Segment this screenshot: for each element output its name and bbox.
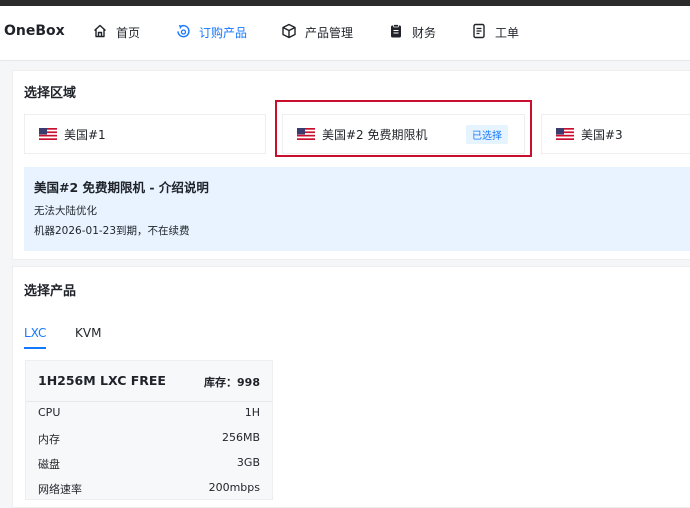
box-icon [281, 23, 297, 42]
spec-row-network: 网络速率 200mbps [38, 481, 260, 499]
spec-value: 1H [244, 406, 260, 419]
region-description-title: 美国#2 免费期限机 - 介绍说明 [34, 180, 209, 195]
spec-row-memory: 内存 256MB [38, 431, 260, 449]
product-name: 1H256M LXC FREE [38, 373, 166, 388]
region-description-line: 无法大陆优化 [34, 205, 97, 217]
document-icon [471, 23, 487, 42]
region-label: 美国#3 [581, 127, 623, 142]
tab-lxc[interactable]: LXC [24, 326, 46, 340]
spec-value: 256MB [221, 431, 260, 444]
region-description-line: 机器2026-01-23到期，不在续费 [34, 225, 190, 237]
region-option-us2[interactable]: 美国#2 免费期限机 已选择 [282, 114, 525, 154]
nav-item-product-management[interactable]: 产品管理 [281, 19, 353, 45]
active-tab-indicator [24, 347, 46, 349]
order-icon [175, 23, 191, 42]
divider [26, 401, 272, 402]
nav-item-order[interactable]: 订购产品 [175, 19, 247, 45]
region-label: 美国#1 [64, 127, 106, 142]
nav-label: 首页 [116, 25, 141, 40]
nav-label: 产品管理 [305, 25, 354, 40]
spec-label: 网络速率 [38, 483, 82, 496]
us-flag-icon [39, 128, 57, 140]
nav-item-home[interactable]: 首页 [92, 19, 140, 45]
product-section-title: 选择产品 [24, 284, 77, 299]
us-flag-icon [297, 128, 315, 140]
spec-value: 3GB [236, 456, 260, 469]
spec-row-cpu: CPU 1H [38, 406, 260, 424]
product-card[interactable]: 1H256M LXC FREE 库存：998 CPU 1H 内存 256MB 磁… [25, 360, 273, 500]
home-icon [92, 23, 108, 42]
region-option-us1[interactable]: 美国#1 [24, 114, 266, 154]
region-section-title: 选择区域 [24, 86, 77, 101]
nav-label: 订购产品 [199, 25, 248, 40]
clipboard-icon [388, 23, 404, 42]
top-nav-bar: OneBox 首页 订购产品 产品管理 财务 工单 [0, 6, 690, 61]
nav-item-ticket[interactable]: 工单 [471, 19, 519, 45]
spec-row-disk: 磁盘 3GB [38, 456, 260, 474]
selected-badge: 已选择 [466, 124, 508, 144]
nav-item-finance[interactable]: 财务 [388, 19, 436, 45]
us-flag-icon [556, 128, 574, 140]
nav-label: 工单 [495, 25, 520, 40]
spec-label: 磁盘 [38, 458, 60, 471]
region-option-us3[interactable]: 美国#3 [541, 114, 690, 154]
spec-label: CPU [38, 406, 61, 419]
spec-value: 200mbps [208, 481, 260, 494]
region-label: 美国#2 免费期限机 [322, 127, 428, 142]
tab-kvm[interactable]: KVM [75, 326, 101, 340]
region-description-box: 美国#2 免费期限机 - 介绍说明 无法大陆优化 机器2026-01-23到期，… [24, 167, 690, 251]
spec-label: 内存 [38, 433, 60, 446]
product-stock: 库存：998 [204, 376, 260, 389]
app-logo[interactable]: OneBox [4, 23, 65, 39]
nav-label: 财务 [412, 25, 437, 40]
